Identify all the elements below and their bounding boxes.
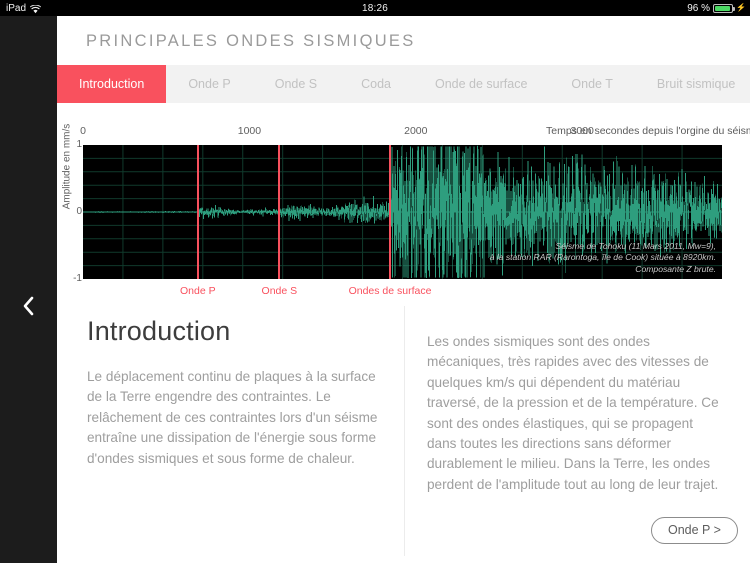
tab-bar: Introduction Onde P Onde S Coda Onde de surf… [57,65,750,103]
tab-onde-s[interactable]: Onde S [253,65,339,103]
tab-onde-t[interactable]: Onde T [549,65,634,103]
seismogram-chart: Amplitude en mm/s Temps en secondes depu… [57,109,750,304]
battery-percent-label: 96 % [687,2,711,14]
phase-marker [278,145,281,279]
tab-coda[interactable]: Coda [339,65,413,103]
phase-marker-label: Ondes de surface [348,285,432,297]
article-left-column: Introduction Le déplacement continu de p… [87,316,382,469]
y-tick-label: 1 [76,139,82,150]
tab-bruit-sismique[interactable]: Bruit sismique [635,65,750,103]
x-tick-label: 0 [80,125,86,137]
left-paragraph: Le déplacement continu de plaques à la s… [87,369,378,466]
right-paragraph: Les ondes sismiques sont des ondes mécan… [427,334,719,492]
chart-caption: Séisme de Tohoku (11 Mars 2011, Mw=9), à… [489,240,716,274]
phase-marker [196,145,199,279]
section-title: Introduction [87,316,231,346]
column-divider [404,306,405,556]
phase-marker [389,145,392,279]
y-tick-label: 0 [76,206,82,217]
phase-marker-label: Onde P [180,285,216,297]
phase-marker-label: Onde S [261,285,298,297]
next-page-button[interactable]: Onde P > [651,517,738,544]
chevron-left-icon [22,296,35,316]
left-rail [0,16,57,563]
chart-y-axis-label: Amplitude en mm/s [61,123,73,210]
tab-onde-p[interactable]: Onde P [166,65,252,103]
status-bar-time: 18:26 [361,2,389,14]
status-bar-right: 96 % ⚡ [687,3,746,14]
battery-icon [713,3,736,13]
x-tick-label: 2000 [404,125,428,137]
charging-bolt-icon: ⚡ [736,3,746,12]
status-bar: iPad 18:26 96 % ⚡ [0,0,750,16]
tab-introduction[interactable]: Introduction [57,65,167,103]
back-button[interactable] [0,286,57,326]
y-tick-label: -1 [73,273,82,284]
page-title: PRINCIPALES ONDES SISMIQUES [86,32,416,50]
x-tick-label: 3000 [570,125,594,137]
x-tick-label: 1000 [237,125,262,137]
article-right-column: Les ondes sismiques sont des ondes mécan… [427,332,722,495]
content-area: PRINCIPALES ONDES SISMIQUES Introduction… [57,16,750,563]
chart-plot-area: Séisme de Tohoku (11 Mars 2011, Mw=9), à… [83,145,722,279]
tab-onde-de-surface[interactable]: Onde de surface [413,65,549,103]
